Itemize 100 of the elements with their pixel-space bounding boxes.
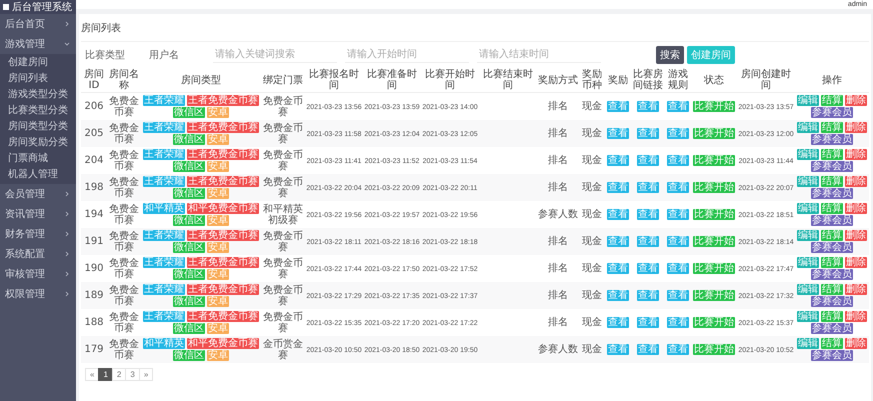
action-button[interactable]: 删除 — [845, 176, 867, 187]
action-button[interactable]: 删除 — [845, 284, 867, 295]
action-button[interactable]: 编辑 — [797, 176, 819, 187]
view-button[interactable]: 查看 — [607, 182, 629, 193]
sidebar-item[interactable]: 权限管理 — [0, 284, 76, 304]
action-button[interactable]: 编辑 — [797, 311, 819, 322]
view-button[interactable]: 查看 — [667, 101, 689, 112]
create-button[interactable]: 创建房间 — [687, 46, 735, 64]
submenu-item[interactable]: 房间列表 — [0, 71, 76, 87]
action-button[interactable]: 删除 — [845, 338, 867, 349]
action-button[interactable]: 参赛会员 — [811, 296, 853, 307]
view-button[interactable]: 查看 — [637, 182, 659, 193]
action-button[interactable]: 结算 — [821, 149, 843, 160]
view-button[interactable]: 查看 — [607, 263, 629, 274]
action-button[interactable]: 结算 — [821, 338, 843, 349]
action-button[interactable]: 编辑 — [797, 338, 819, 349]
sidebar-item[interactable]: 审核管理 — [0, 264, 76, 284]
view-button[interactable]: 查看 — [667, 155, 689, 166]
action-button[interactable]: 结算 — [821, 176, 843, 187]
sidebar-item[interactable]: 财务管理 — [0, 224, 76, 244]
action-button[interactable]: 参赛会员 — [811, 242, 853, 253]
page-button[interactable]: 1 — [98, 368, 113, 381]
view-button[interactable]: 查看 — [637, 209, 659, 220]
action-button[interactable]: 结算 — [821, 203, 843, 214]
chevron-right-icon — [64, 21, 70, 27]
sidebar-item[interactable]: 资讯管理 — [0, 204, 76, 224]
view-button[interactable]: 查看 — [607, 128, 629, 139]
action-button[interactable]: 结算 — [821, 257, 843, 268]
submenu-item[interactable]: 门票商城 — [0, 151, 76, 167]
action-button[interactable]: 编辑 — [797, 95, 819, 106]
room-type-tag: 王者免费金币赛 — [187, 149, 259, 160]
action-button[interactable]: 删除 — [845, 230, 867, 241]
action-button[interactable]: 删除 — [845, 122, 867, 133]
action-button[interactable]: 参赛会员 — [811, 188, 853, 199]
input-field[interactable]: 请输入结束时间 — [477, 48, 601, 62]
filter-label: 比赛类型 — [85, 48, 126, 62]
action-button[interactable]: 删除 — [845, 311, 867, 322]
page-button[interactable]: » — [138, 368, 154, 381]
view-button[interactable]: 查看 — [667, 236, 689, 247]
action-button[interactable]: 编辑 — [797, 149, 819, 160]
action-button[interactable]: 参赛会员 — [811, 215, 853, 226]
view-button[interactable]: 查看 — [667, 263, 689, 274]
view-button[interactable]: 查看 — [667, 344, 689, 355]
view-button[interactable]: 查看 — [637, 290, 659, 301]
action-button[interactable]: 参赛会员 — [811, 323, 853, 334]
page-button[interactable]: 3 — [125, 368, 140, 381]
action-button[interactable]: 删除 — [845, 203, 867, 214]
search-button[interactable]: 搜索 — [656, 46, 684, 64]
action-button[interactable]: 编辑 — [797, 257, 819, 268]
action-button[interactable]: 编辑 — [797, 122, 819, 133]
view-button[interactable]: 查看 — [637, 128, 659, 139]
action-button[interactable]: 结算 — [821, 284, 843, 295]
action-button[interactable]: 参赛会员 — [811, 161, 853, 172]
view-button[interactable]: 查看 — [667, 182, 689, 193]
view-button[interactable]: 查看 — [667, 209, 689, 220]
view-button[interactable]: 查看 — [667, 317, 689, 328]
view-button[interactable]: 查看 — [637, 101, 659, 112]
input-field[interactable]: 请输入开始时间 — [345, 48, 469, 62]
action-button[interactable]: 结算 — [821, 311, 843, 322]
submenu-item[interactable]: 比赛类型分类 — [0, 103, 76, 119]
action-button[interactable]: 删除 — [845, 257, 867, 268]
action-button[interactable]: 编辑 — [797, 284, 819, 295]
view-button[interactable]: 查看 — [637, 236, 659, 247]
submenu-item[interactable]: 游戏类型分类 — [0, 87, 76, 103]
action-button[interactable]: 参赛会员 — [811, 134, 853, 145]
view-button[interactable]: 查看 — [607, 236, 629, 247]
column-header: 状态 — [691, 68, 737, 92]
sidebar-item[interactable]: 后台首页 — [0, 14, 76, 34]
page-button[interactable]: « — [85, 368, 100, 381]
table-cell: 现金 — [582, 182, 602, 193]
view-button[interactable]: 查看 — [637, 263, 659, 274]
action-button[interactable]: 参赛会员 — [811, 350, 853, 361]
submenu-item[interactable]: 创建房间 — [0, 55, 76, 71]
view-button[interactable]: 查看 — [607, 344, 629, 355]
input-field[interactable]: 请输入关键词搜索 — [213, 48, 337, 62]
action-button[interactable]: 删除 — [845, 95, 867, 106]
view-button[interactable]: 查看 — [637, 155, 659, 166]
view-button[interactable]: 查看 — [607, 101, 629, 112]
view-button[interactable]: 查看 — [607, 317, 629, 328]
view-button[interactable]: 查看 — [607, 209, 629, 220]
sidebar-item[interactable]: 系统配置 — [0, 244, 76, 264]
view-button[interactable]: 查看 — [637, 317, 659, 328]
action-button[interactable]: 编辑 — [797, 203, 819, 214]
submenu-item[interactable]: 机器人管理 — [0, 167, 76, 183]
view-button[interactable]: 查看 — [637, 344, 659, 355]
view-button[interactable]: 查看 — [667, 128, 689, 139]
action-button[interactable]: 结算 — [821, 230, 843, 241]
view-button[interactable]: 查看 — [607, 155, 629, 166]
action-button[interactable]: 结算 — [821, 122, 843, 133]
action-button[interactable]: 参赛会员 — [811, 107, 853, 118]
view-button[interactable]: 查看 — [667, 290, 689, 301]
submenu-item[interactable]: 房间类型分类 — [0, 119, 76, 135]
sidebar-item[interactable]: 游戏管理 — [0, 34, 76, 54]
action-button[interactable]: 编辑 — [797, 230, 819, 241]
submenu-item[interactable]: 房间奖励分类 — [0, 135, 76, 151]
action-button[interactable]: 删除 — [845, 149, 867, 160]
view-button[interactable]: 查看 — [607, 290, 629, 301]
action-button[interactable]: 参赛会员 — [811, 269, 853, 280]
action-button[interactable]: 结算 — [821, 95, 843, 106]
sidebar-item[interactable]: 会员管理 — [0, 184, 76, 204]
